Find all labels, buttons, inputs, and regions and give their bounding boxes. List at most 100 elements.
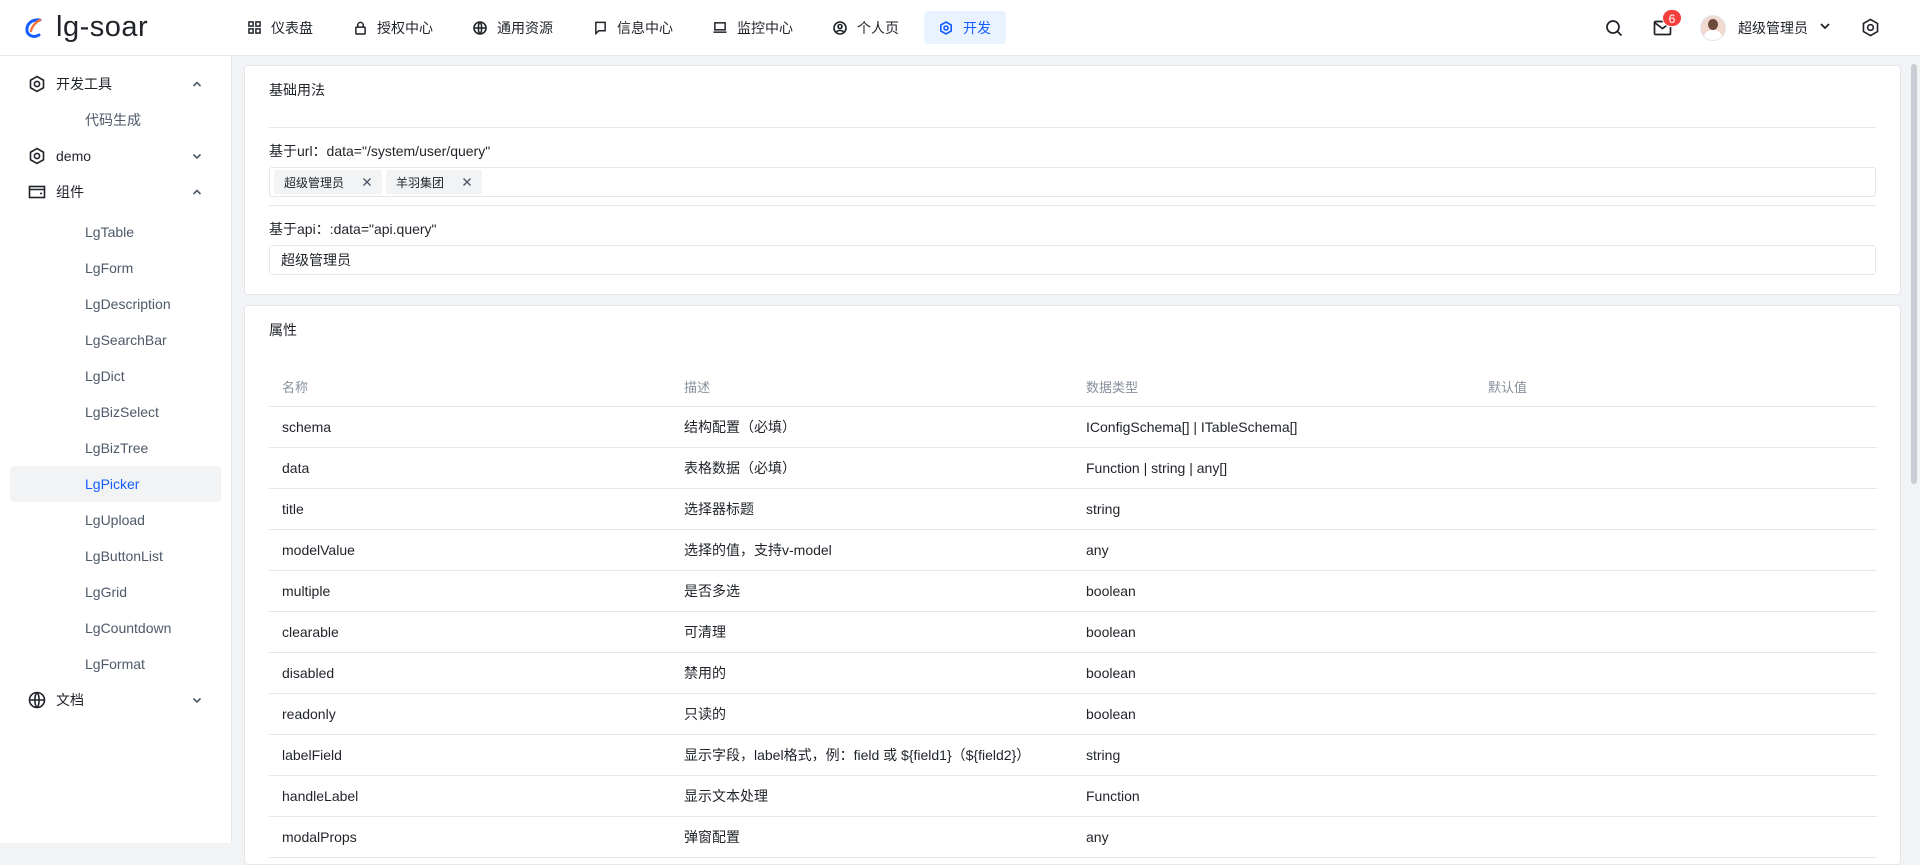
sidebar-item-lgsearchbar[interactable]: LgSearchBar xyxy=(10,322,221,358)
sidebar-item-lgbuttonlist[interactable]: LgButtonList xyxy=(10,538,221,574)
table-row: data 表格数据（必填） Function | string | any[] xyxy=(269,448,1877,489)
table-cell: readonly xyxy=(282,706,336,722)
props-table: 名称 描述 数据类型 默认值 schema 结构配置（必填） IConfigSche… xyxy=(269,366,1877,858)
table-cell: boolean xyxy=(1086,624,1136,640)
url-example-label: 基于url：data="/system/user/query" xyxy=(269,143,491,159)
table-row: readonly 只读的 boolean xyxy=(269,694,1877,735)
notification-badge: 6 xyxy=(1662,8,1682,27)
sidebar-item-lgupload[interactable]: LgUpload xyxy=(10,502,221,538)
sidebar-item-label: LgBizSelect xyxy=(85,404,159,420)
table-cell: string xyxy=(1086,501,1121,517)
sidebar-item-lggrid[interactable]: LgGrid xyxy=(10,574,221,610)
nav-item-monitor[interactable]: 监控中心 xyxy=(698,11,808,44)
picker-value: 超级管理员 xyxy=(281,252,351,268)
search-icon[interactable] xyxy=(1604,18,1624,38)
sidebar-item-label: LgButtonList xyxy=(85,548,163,564)
scrollbar-thumb[interactable] xyxy=(1911,64,1917,484)
sidebar-item-lgdict[interactable]: LgDict xyxy=(10,358,221,394)
table-row: schema 结构配置（必填） IConfigSchema[] | ITableSc… xyxy=(269,407,1877,448)
column-header: 默认值 xyxy=(1488,379,1528,395)
mail-icon[interactable]: 6 xyxy=(1652,8,1682,38)
page-scrollbar[interactable] xyxy=(1908,56,1920,843)
sidebar-item-label: 代码生成 xyxy=(85,112,141,128)
nav-item-dev[interactable]: 开发 xyxy=(924,11,1006,44)
settings-icon xyxy=(28,75,46,93)
table-cell: boolean xyxy=(1086,583,1136,599)
sidebar-item-lgbiztree[interactable]: LgBizTree xyxy=(10,430,221,466)
tag-label: 超级管理员 xyxy=(284,175,345,190)
globe-icon xyxy=(473,20,487,35)
table-row: multiple 是否多选 boolean xyxy=(269,571,1877,612)
props-card: 属性 名称 描述 数据类型 默认值 schema 结构配置（必填） IConfigS… xyxy=(244,305,1901,865)
sidebar-group-label: 组件 xyxy=(56,184,84,200)
nav-item-auth[interactable]: 授权中心 xyxy=(338,11,448,44)
sidebar-group-components[interactable]: 组件 xyxy=(10,174,221,210)
nav-item-messages[interactable]: 信息中心 xyxy=(578,11,688,44)
table-cell: disabled xyxy=(282,665,335,681)
sidebar-item-label: LgUpload xyxy=(85,512,145,528)
sidebar-item-lgpicker[interactable]: LgPicker xyxy=(10,466,221,502)
nav-item-resources[interactable]: 通用资源 xyxy=(458,11,568,44)
nav-item-profile[interactable]: 个人页 xyxy=(818,11,914,44)
table-cell: 只读的 xyxy=(684,706,726,722)
nav-label: 个人页 xyxy=(857,19,899,36)
table-cell: 显示文本处理 xyxy=(684,788,768,804)
table-cell: multiple xyxy=(282,583,331,599)
selected-tag: 超级管理员 xyxy=(274,170,383,194)
sidebar-item-label: LgDescription xyxy=(85,296,171,312)
settings-icon xyxy=(939,20,953,35)
close-icon[interactable] xyxy=(462,177,472,187)
table-cell: title xyxy=(282,501,304,517)
url-picker-input[interactable]: 超级管理员 羊羽集团 xyxy=(269,167,1876,197)
settings-icon[interactable] xyxy=(1860,18,1880,38)
user-menu[interactable]: 超级管理员 xyxy=(1700,14,1832,41)
nav-label: 监控中心 xyxy=(737,19,793,36)
basic-usage-card: 基础用法 基于url：data="/system/user/query" 超级管… xyxy=(244,65,1901,295)
table-row: disabled 禁用的 boolean xyxy=(269,653,1877,694)
sidebar-item-label: LgFormat xyxy=(85,656,145,672)
nav-item-dashboard[interactable]: 仪表盘 xyxy=(232,11,328,44)
header-actions: 6 超级管理员 xyxy=(1576,0,1920,56)
sidebar: 开发工具 代码生成 demo 组件 LgTable LgForm LgDescr… xyxy=(0,56,232,843)
sidebar-item-lgcountdown[interactable]: LgCountdown xyxy=(10,610,221,646)
avatar xyxy=(1700,14,1726,41)
logo-icon xyxy=(22,16,46,40)
sidebar-item-codegen[interactable]: 代码生成 xyxy=(10,102,221,138)
sidebar-group-label: demo xyxy=(56,148,92,164)
table-cell: handleLabel xyxy=(282,788,359,804)
sidebar-group-label: 开发工具 xyxy=(56,76,112,92)
table-cell: 可清理 xyxy=(684,624,726,640)
nav-label: 仪表盘 xyxy=(271,19,313,36)
sidebar-item-label: LgDict xyxy=(85,368,125,384)
tag-label: 羊羽集团 xyxy=(396,175,445,190)
table-row: modelValue 选择的值，支持v-model any xyxy=(269,530,1877,571)
app-logo[interactable]: lg-soar xyxy=(0,0,232,56)
user-name: 超级管理员 xyxy=(1738,19,1808,36)
table-row: modalProps 弹窗配置 any xyxy=(269,817,1877,858)
chevron-down-icon xyxy=(191,150,203,162)
table-cell: 弹窗配置 xyxy=(684,829,740,845)
sidebar-group-demo[interactable]: demo xyxy=(10,138,221,174)
sidebar-item-lgtable[interactable]: LgTable xyxy=(10,214,221,250)
sidebar-group-devtools[interactable]: 开发工具 xyxy=(10,66,221,102)
table-cell: Function | string | any[] xyxy=(1086,460,1228,476)
sidebar-item-label: LgBizTree xyxy=(85,440,149,456)
sidebar-item-lgform[interactable]: LgForm xyxy=(10,250,221,286)
table-cell: 选择器标题 xyxy=(684,501,754,517)
main-content: 基础用法 基于url：data="/system/user/query" 超级管… xyxy=(244,65,1901,865)
sidebar-item-label: LgSearchBar xyxy=(85,332,167,348)
api-picker-input[interactable]: 超级管理员 xyxy=(269,245,1876,275)
logo-text: lg-soar xyxy=(56,11,149,43)
sidebar-item-lgformat[interactable]: LgFormat xyxy=(10,646,221,682)
sidebar-item-label: LgGrid xyxy=(85,584,128,600)
table-cell: string xyxy=(1086,747,1121,763)
close-icon[interactable] xyxy=(362,177,372,187)
table-header: 名称 描述 数据类型 默认值 xyxy=(269,366,1877,407)
sidebar-group-label: 文档 xyxy=(56,692,84,708)
sidebar-item-lgdescription[interactable]: LgDescription xyxy=(10,286,221,322)
sidebar-item-label: LgTable xyxy=(85,224,135,240)
sidebar-item-lgbizselect[interactable]: LgBizSelect xyxy=(10,394,221,430)
table-cell: labelField xyxy=(282,747,342,763)
sidebar-group-docs[interactable]: 文档 xyxy=(10,682,221,718)
table-cell: boolean xyxy=(1086,665,1136,681)
